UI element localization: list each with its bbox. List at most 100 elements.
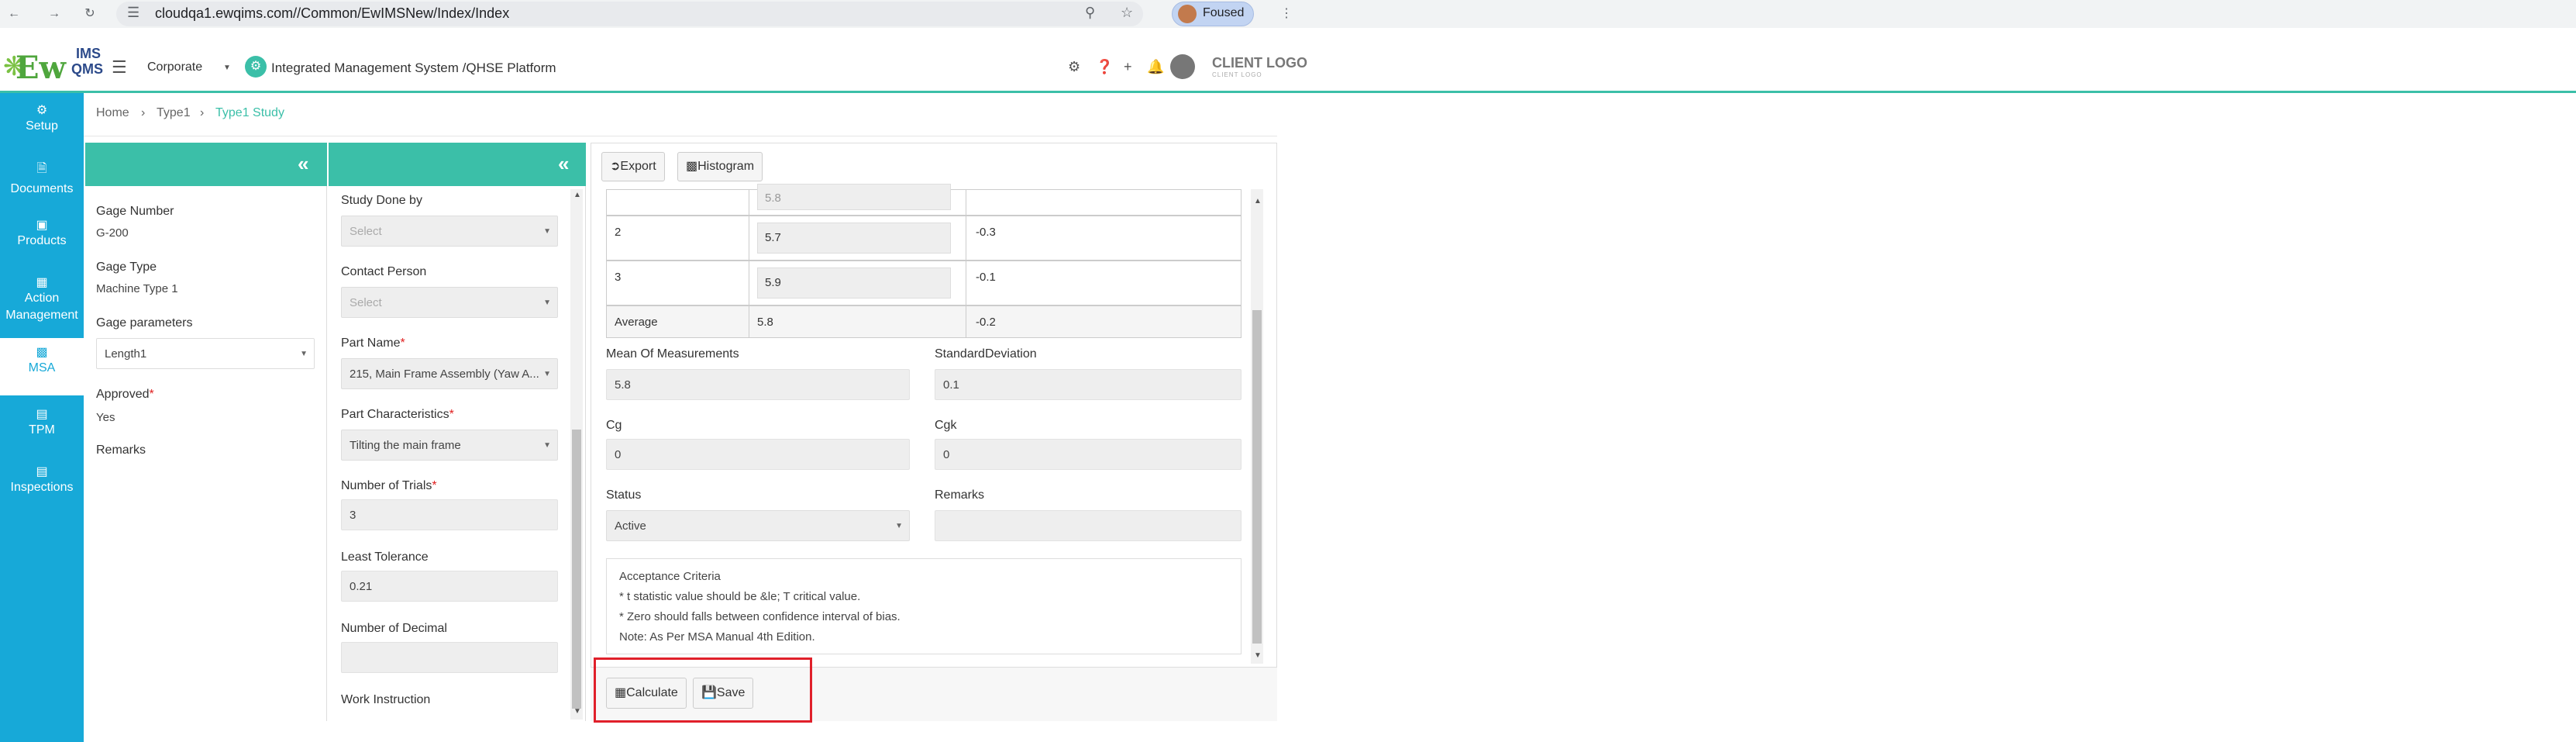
work-instruction-label: Work Instruction — [341, 693, 431, 706]
cg-input[interactable]: 0 — [606, 439, 910, 470]
sidebar-item-action-management[interactable]: ▦ Action Management — [0, 268, 84, 336]
histogram-button[interactable]: ▩Histogram — [677, 152, 763, 181]
cgk-input[interactable]: 0 — [935, 439, 1242, 470]
criteria-title: Acceptance Criteria — [619, 570, 721, 583]
part-name-label: Part Name* — [341, 336, 405, 350]
platform-title: Integrated Management System /QHSE Platf… — [271, 60, 556, 75]
breadcrumb-home[interactable]: Home — [96, 106, 129, 120]
back-icon[interactable]: ← — [5, 5, 23, 23]
result-remarks-label: Remarks — [935, 488, 985, 502]
scroll-up-icon[interactable]: ▲ — [573, 191, 581, 199]
chevron-down-icon: ▼ — [543, 227, 551, 236]
criteria-line: * Zero should falls between confidence i… — [619, 610, 901, 623]
zoom-icon[interactable]: ⚲ — [1085, 5, 1095, 21]
help-icon[interactable]: ❓ — [1096, 59, 1113, 75]
std-dev-input[interactable]: 0.1 — [935, 369, 1242, 400]
notification-bell-icon[interactable]: 🔔 — [1147, 59, 1164, 75]
sidebar-item-documents[interactable]: 🗎 Documents — [0, 154, 84, 209]
least-tolerance-label: Least Tolerance — [341, 550, 429, 564]
measurement-input[interactable] — [757, 223, 951, 254]
sidebar-item-msa[interactable]: ▩ MSA — [0, 338, 84, 395]
panel1-header — [85, 143, 327, 186]
document-icon: 🗎 — [36, 162, 47, 175]
criteria-note: Note: As Per MSA Manual 4th Edition. — [619, 630, 815, 644]
scroll-down-icon[interactable]: ▼ — [1254, 651, 1262, 660]
site-info-icon[interactable]: ☰ — [127, 5, 139, 21]
org-select[interactable]: Corporate — [147, 60, 202, 74]
gage-number-value: G-200 — [96, 226, 129, 240]
sidebar-item-tpm[interactable]: ▤ TPM — [0, 400, 84, 456]
status-label: Status — [606, 488, 642, 502]
criteria-line: * t statistic value should be &le; T cri… — [619, 590, 861, 603]
histogram-icon: ▩ — [686, 160, 698, 173]
hamburger-menu-icon[interactable]: ☰ — [112, 57, 127, 78]
chart-icon: ▩ — [36, 346, 48, 359]
chevron-down-icon: ▼ — [543, 299, 551, 307]
collapse-left-icon[interactable]: « — [558, 152, 569, 176]
cgk-label: Cgk — [935, 419, 957, 432]
platform-gear-icon: ⚙ — [245, 56, 267, 78]
measurement-input[interactable] — [757, 267, 951, 299]
collapse-left-icon[interactable]: « — [298, 152, 308, 176]
sidebar-item-inspections[interactable]: ▤ Inspections — [0, 457, 84, 513]
logo-ims: IMS — [76, 46, 102, 61]
reload-icon[interactable]: ↻ — [81, 5, 99, 23]
panel2-header — [329, 143, 586, 186]
bookmark-star-icon[interactable]: ☆ — [1121, 5, 1133, 21]
gage-params-label: Gage parameters — [96, 316, 193, 330]
highlight-box — [594, 657, 812, 723]
sidebar-item-setup[interactable]: ⚙ Setup — [0, 96, 84, 152]
profile-avatar-icon — [1178, 5, 1197, 23]
gage-type-label: Gage Type — [96, 261, 157, 274]
chevron-down-icon[interactable]: ▼ — [223, 64, 231, 72]
profile-label: Foused — [1203, 6, 1245, 19]
acceptance-criteria-box: Acceptance Criteria * t statistic value … — [606, 558, 1242, 654]
study-done-by-label: Study Done by — [341, 194, 422, 207]
client-logo-sub: CLIENT LOGO — [1212, 71, 1262, 78]
sidebar-item-products[interactable]: ▣ Products — [0, 211, 84, 267]
result-remarks-input[interactable] — [935, 510, 1242, 541]
logo-text: Ew — [15, 50, 66, 86]
product-icon: ▣ — [36, 219, 48, 232]
number-of-trials-input[interactable]: 3 — [341, 499, 558, 530]
part-characteristics-label: Part Characteristics* — [341, 408, 454, 421]
contact-person-select[interactable]: Select ▼ — [341, 287, 558, 318]
least-tolerance-input[interactable]: 0.21 — [341, 571, 558, 602]
part-name-select[interactable]: 215, Main Frame Assembly (Yaw A... ▼ — [341, 358, 558, 389]
number-of-decimal-input[interactable] — [341, 642, 558, 673]
chevron-down-icon: ▼ — [895, 522, 903, 530]
part-characteristics-select[interactable]: Tilting the main frame ▼ — [341, 430, 558, 461]
scroll-up-icon[interactable]: ▲ — [1254, 197, 1262, 205]
mean-input[interactable]: 5.8 — [606, 369, 910, 400]
mean-label: Mean Of Measurements — [606, 347, 739, 361]
scroll-down-icon[interactable]: ▼ — [573, 707, 581, 716]
export-icon: ➲ — [610, 160, 621, 173]
study-done-by-select[interactable]: Select ▼ — [341, 216, 558, 247]
breadcrumb-separator-icon: › — [141, 106, 146, 119]
settings-gear-icon[interactable]: ⚙ — [1068, 59, 1080, 75]
gage-params-select[interactable]: Length1 ▼ — [96, 338, 315, 369]
breadcrumb-type1[interactable]: Type1 — [157, 106, 191, 120]
gage-type-value: Machine Type 1 — [96, 282, 178, 295]
browser-menu-icon[interactable]: ⋮ — [1277, 5, 1296, 23]
approved-value: Yes — [96, 411, 115, 424]
inspection-icon: ▤ — [36, 465, 48, 478]
gage-params-value: Length1 — [105, 347, 147, 361]
status-select[interactable]: Active ▼ — [606, 510, 910, 541]
chevron-down-icon: ▼ — [300, 350, 308, 358]
measurement-input[interactable] — [757, 184, 951, 210]
add-icon[interactable]: + — [1124, 59, 1132, 75]
breadcrumb-current: Type1 Study — [215, 106, 284, 119]
action-icon: ▦ — [36, 276, 48, 289]
logo-qms: QMS — [71, 61, 104, 77]
results-scroll-thumb[interactable] — [1252, 310, 1262, 644]
panel2-scroll-thumb[interactable] — [572, 430, 581, 709]
export-button[interactable]: ➲Export — [601, 152, 665, 181]
table-row: 3 5.9 -0.1 — [606, 261, 1242, 305]
user-avatar[interactable] — [1170, 54, 1195, 79]
gears-icon: ⚙ — [36, 104, 48, 117]
forward-icon[interactable]: → — [45, 5, 64, 23]
table-row-average: Average 5.8 -0.2 — [606, 305, 1242, 338]
client-logo: CLIENT LOGO — [1212, 55, 1307, 71]
cg-label: Cg — [606, 419, 622, 432]
